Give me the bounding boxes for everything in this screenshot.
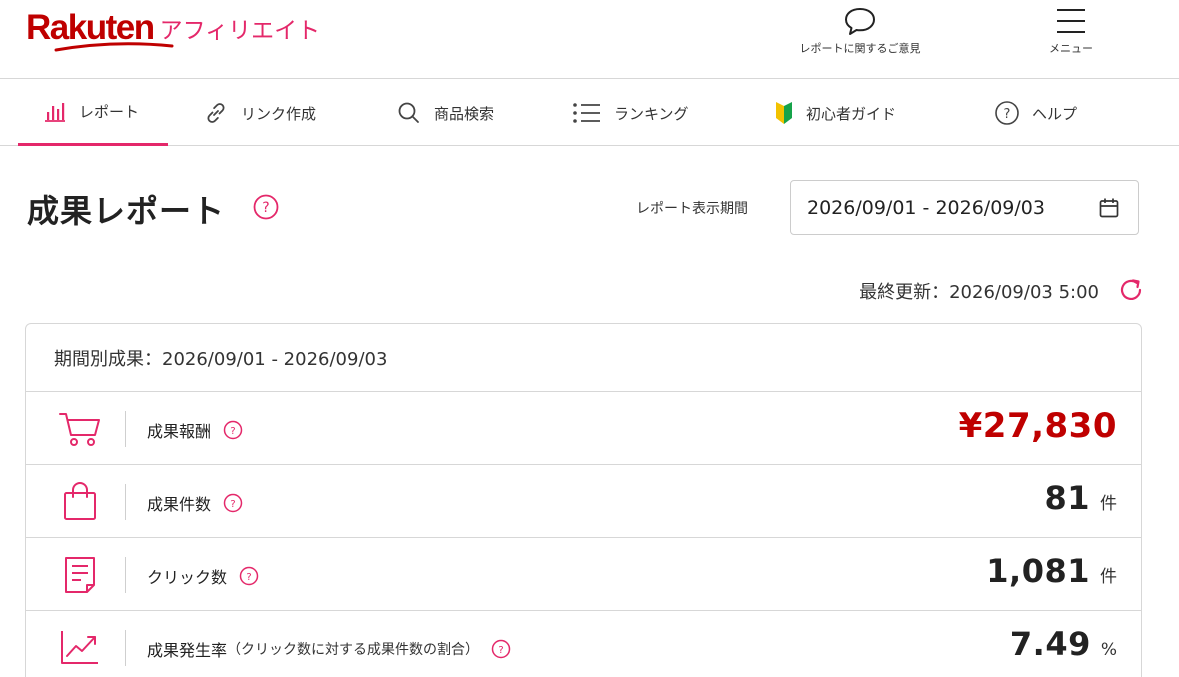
svg-text:?: ? [246, 572, 251, 583]
nav-tab-product-search-label: 商品検索 [434, 104, 495, 123]
menu-label: メニュー [1049, 42, 1093, 55]
nav-tab-beginner-guide[interactable]: 初心者ガイド [774, 80, 896, 146]
commission-amount: ¥27,830 [958, 406, 1117, 446]
metric-label-sub: （クリック数に対する成果件数の割合） [227, 642, 480, 658]
rakuten-affiliate-logo[interactable]: Rakuten アフィリエイト [26, 4, 321, 52]
metric-label-text: 成果件数 [147, 495, 212, 514]
row-divider [125, 411, 126, 447]
feedback-label: レポートに関するご意見 [799, 42, 921, 55]
svg-text:?: ? [1004, 107, 1011, 122]
metric-label-text: 成果発生率 [147, 641, 228, 660]
bar-chart-icon [45, 102, 65, 122]
trend-up-icon [61, 631, 98, 664]
metric-value: ¥27,830 [959, 406, 1117, 446]
beginner-mark-icon [776, 102, 792, 124]
logo-affiliate-text: アフィリエイト [159, 18, 321, 44]
metric-label: 成果発生率 （クリック数に対する成果件数の割合） ? [147, 637, 511, 661]
nav-tab-report[interactable]: レポート [18, 80, 168, 146]
help-circle-icon[interactable]: ? [491, 639, 511, 659]
metric-label: 成果件数 ? [147, 491, 243, 515]
nav-tab-ranking-label: ランキング [614, 104, 689, 123]
table-row: 成果報酬 ? ¥27,830 [26, 392, 1141, 465]
logo-swoosh-icon [54, 42, 174, 52]
nav-tab-ranking[interactable]: ランキング [572, 80, 689, 146]
nav-tab-product-search[interactable]: 商品検索 [396, 80, 494, 146]
report-period-label: レポート表示期間 [636, 201, 748, 217]
clicks-count: 1,081 [986, 552, 1090, 590]
metric-label-text: クリック数 [147, 568, 228, 587]
speech-bubble-icon [845, 8, 875, 35]
main-nav: レポート リンク作成 商品検索 ランキング 初心者ガイド ? ヘルプ [0, 80, 1179, 146]
table-row: 成果件数 ? 81 件 [26, 465, 1141, 538]
nav-tab-help[interactable]: ? ヘルプ [994, 80, 1077, 146]
svg-text:?: ? [230, 426, 235, 437]
svg-text:?: ? [230, 499, 235, 510]
report-period-value: 2026/09/01 - 2026/09/03 [807, 196, 1045, 219]
metric-unit: 件 [1100, 567, 1117, 587]
nav-tab-beginner-guide-label: 初心者ガイド [806, 104, 897, 123]
row-divider [125, 630, 126, 666]
cart-icon [59, 413, 100, 446]
period-results-card: 期間別成果：2026/09/01 - 2026/09/03 成果報酬 ? ¥27… [25, 323, 1142, 677]
metric-value: 7.49 % [1010, 625, 1117, 663]
help-circle-icon: ? [995, 101, 1019, 125]
conversion-rate: 7.49 [1009, 625, 1091, 663]
table-row: クリック数 ? 1,081 件 [26, 538, 1141, 611]
app-header: Rakuten アフィリエイト レポートに関するご意見 メニュー [0, 0, 1179, 79]
hamburger-menu-icon [1057, 9, 1085, 33]
row-divider [125, 557, 126, 593]
period-results-header: 期間別成果：2026/09/01 - 2026/09/03 [26, 324, 1141, 392]
help-circle-icon[interactable]: ? [239, 566, 259, 586]
feedback-button[interactable]: レポートに関するご意見 [790, 6, 930, 56]
list-icon [573, 103, 600, 123]
help-circle-icon[interactable]: ? [223, 493, 243, 513]
row-divider [125, 484, 126, 520]
page-title: 成果レポート [27, 192, 226, 230]
metric-label: クリック数 ? [147, 564, 259, 588]
nav-tab-link-create-label: リンク作成 [241, 104, 317, 123]
metric-value: 1,081 件 [986, 552, 1117, 590]
last-updated-text: 最終更新：2026/09/03 5:00 [859, 282, 1099, 303]
help-circle-icon[interactable]: ? [223, 420, 243, 440]
link-icon [207, 103, 225, 123]
calendar-icon [1099, 198, 1119, 218]
menu-button[interactable]: メニュー [1031, 6, 1111, 56]
receipt-icon [65, 557, 95, 593]
refresh-icon[interactable] [1117, 276, 1145, 304]
report-period-date-picker[interactable]: 2026/09/01 - 2026/09/03 [790, 180, 1139, 235]
metric-unit: % [1100, 640, 1117, 660]
nav-tab-report-label: レポート [79, 103, 140, 121]
table-row: 成果発生率 （クリック数に対する成果件数の割合） ? 7.49 % [26, 611, 1141, 677]
metric-label: 成果報酬 ? [147, 418, 243, 442]
metric-label-text: 成果報酬 [147, 422, 212, 441]
svg-text:?: ? [262, 200, 269, 216]
nav-tab-link-create[interactable]: リンク作成 [203, 80, 316, 146]
metric-unit: 件 [1100, 494, 1117, 514]
metric-value: 81 件 [1044, 479, 1117, 517]
help-circle-icon[interactable]: ? [253, 194, 279, 220]
search-icon [398, 102, 419, 123]
svg-text:?: ? [498, 645, 503, 656]
nav-tab-help-label: ヘルプ [1032, 104, 1078, 123]
shopping-bag-icon [64, 482, 96, 520]
conversions-count: 81 [1044, 479, 1090, 517]
